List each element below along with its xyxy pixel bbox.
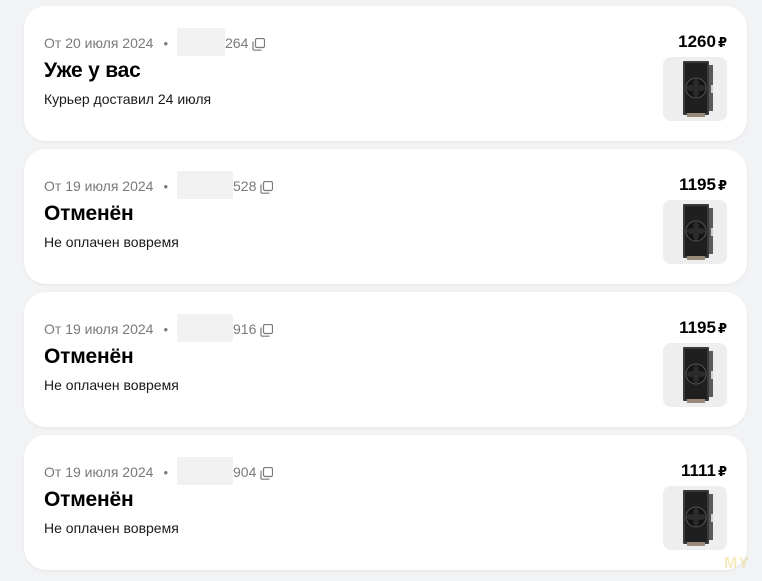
meta-separator: • [163,464,169,480]
order-number: 528 [233,178,257,194]
order-meta: От 19 июля 2024 • 528 [44,171,274,199]
order-card[interactable]: От 20 июля 2024 • 264 Уже у вас Курьер д… [24,6,747,141]
order-price: 1195 ₽ [679,175,727,195]
product-thumbnail[interactable] [663,343,727,407]
order-number: 264 [225,35,249,51]
ruble-sign: ₽ [717,178,727,193]
order-meta: От 19 июля 2024 • 916 [44,314,274,342]
cpu-cooler-icon [683,347,713,403]
meta-separator: • [163,178,169,194]
order-status-detail: Не оплачен вовремя [44,520,179,536]
order-number-redaction [177,171,234,199]
order-status-detail: Курьер доставил 24 июля [44,91,212,107]
meta-separator: • [163,321,169,337]
order-status: Отменён [44,345,134,368]
order-card[interactable]: От 19 июля 2024 • 916 Отменён Не оплачен… [24,292,747,427]
price-value: 1111 [680,461,716,480]
ruble-sign: ₽ [717,464,727,479]
order-card[interactable]: От 19 июля 2024 • 528 Отменён Не оплачен… [24,149,747,284]
order-number: 916 [233,321,257,337]
product-thumbnail[interactable] [663,57,727,121]
copy-icon[interactable] [260,323,274,337]
order-meta: От 20 июля 2024 • 264 [44,28,266,56]
order-number-redaction [177,457,234,485]
order-card[interactable]: От 19 июля 2024 • 904 Отменён Не оплачен… [24,435,747,570]
copy-icon[interactable] [260,466,274,480]
order-status-detail: Не оплачен вовремя [44,377,179,393]
ruble-sign: ₽ [717,35,727,50]
price-value: 1195 [679,318,716,337]
meta-separator: • [163,35,169,51]
order-price: 1195 ₽ [679,318,727,338]
order-date: От 20 июля 2024 [44,35,154,51]
order-price: 1260 ₽ [678,32,727,52]
order-date: От 19 июля 2024 [44,464,154,480]
product-thumbnail[interactable] [663,486,727,550]
price-value: 1195 [679,175,716,194]
copy-icon[interactable] [252,37,266,51]
price-value: 1260 [678,32,716,51]
order-status: Отменён [44,488,134,511]
order-number: 904 [233,464,257,480]
product-thumbnail[interactable] [663,200,727,264]
order-status-detail: Не оплачен вовремя [44,234,179,250]
order-price: 1111 ₽ [681,461,727,481]
order-number-redaction [177,28,226,56]
order-status: Уже у вас [44,59,141,82]
cpu-cooler-icon [683,204,713,260]
copy-icon[interactable] [260,180,274,194]
cpu-cooler-icon [683,490,713,546]
cpu-cooler-icon [683,61,713,117]
order-meta: От 19 июля 2024 • 904 [44,457,274,485]
order-number-redaction [177,314,234,342]
ruble-sign: ₽ [717,321,727,336]
order-status: Отменён [44,202,134,225]
order-date: От 19 июля 2024 [44,178,154,194]
watermark: MY [724,555,750,572]
order-date: От 19 июля 2024 [44,321,154,337]
